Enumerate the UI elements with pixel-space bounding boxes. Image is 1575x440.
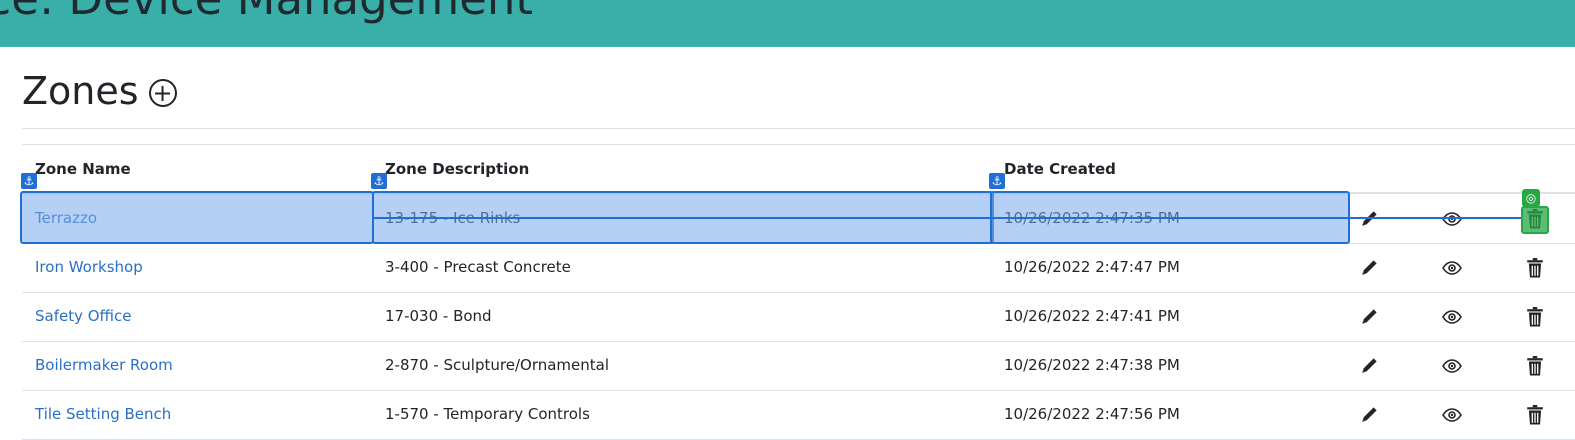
zone-description: 2-870 - Sculpture/Ornamental bbox=[385, 356, 610, 374]
view-icon[interactable] bbox=[1440, 305, 1464, 329]
edit-icon[interactable] bbox=[1357, 256, 1381, 280]
table-row[interactable]: Boilermaker Room 2-870 - Sculpture/Orname… bbox=[22, 341, 1575, 391]
column-header-zone-description[interactable]: Zone Description bbox=[385, 160, 529, 178]
anchor-icon[interactable]: ⚓ bbox=[371, 173, 387, 189]
table-row[interactable]: Safety Office 17-030 - Bond 10/26/2022 2:4… bbox=[22, 292, 1575, 342]
zone-name-link[interactable]: Boilermaker Room bbox=[35, 341, 173, 390]
banner-title: nce: Device Management bbox=[0, 0, 533, 25]
plus-icon: + bbox=[152, 79, 173, 107]
target-icon[interactable]: ◎ bbox=[1522, 189, 1540, 207]
date-created: 10/26/2022 2:47:41 PM bbox=[1004, 307, 1180, 325]
column-header-date-created[interactable]: Date Created bbox=[1004, 160, 1116, 178]
delete-icon[interactable] bbox=[1523, 305, 1547, 329]
zone-description: 3-400 - Precast Concrete bbox=[385, 258, 571, 276]
page-heading: Zones + bbox=[22, 66, 177, 116]
date-created: 10/26/2022 2:47:56 PM bbox=[1004, 405, 1180, 423]
selection-link-line bbox=[372, 217, 1522, 219]
date-created: 10/26/2022 2:47:47 PM bbox=[1004, 258, 1180, 276]
delete-icon[interactable] bbox=[1523, 403, 1547, 427]
zone-name-link[interactable]: Tile Setting Bench bbox=[35, 390, 171, 439]
edit-icon[interactable] bbox=[1357, 403, 1381, 427]
zone-name-link[interactable]: Iron Workshop bbox=[35, 243, 143, 292]
divider bbox=[22, 144, 1575, 145]
zone-description: 17-030 - Bond bbox=[385, 307, 492, 325]
top-banner: nce: Device Management bbox=[0, 0, 1575, 47]
column-header-zone-name[interactable]: Zone Name bbox=[35, 160, 131, 178]
edit-icon[interactable] bbox=[1357, 354, 1381, 378]
edit-icon[interactable] bbox=[1357, 207, 1381, 231]
view-icon[interactable] bbox=[1440, 354, 1464, 378]
delete-icon[interactable] bbox=[1523, 354, 1547, 378]
zone-name-link[interactable]: Safety Office bbox=[35, 292, 132, 341]
edit-icon[interactable] bbox=[1357, 305, 1381, 329]
view-icon[interactable] bbox=[1440, 256, 1464, 280]
divider bbox=[22, 128, 1575, 129]
table-row[interactable]: Tile Setting Bench 1-570 - Temporary Cont… bbox=[22, 390, 1575, 440]
anchor-icon[interactable]: ⚓ bbox=[21, 173, 37, 189]
zone-description: 1-570 - Temporary Controls bbox=[385, 405, 590, 423]
delete-icon[interactable] bbox=[1523, 256, 1547, 280]
add-zone-button[interactable]: + bbox=[148, 79, 177, 107]
page-title: Zones bbox=[22, 69, 139, 113]
target-highlight bbox=[1521, 206, 1549, 234]
view-icon[interactable] bbox=[1440, 207, 1464, 231]
selection-cell-zone-name bbox=[20, 191, 374, 244]
date-created: 10/26/2022 2:47:38 PM bbox=[1004, 356, 1180, 374]
table-row[interactable]: Iron Workshop 3-400 - Precast Concrete 10/… bbox=[22, 243, 1575, 293]
anchor-icon[interactable]: ⚓ bbox=[989, 173, 1005, 189]
view-icon[interactable] bbox=[1440, 403, 1464, 427]
